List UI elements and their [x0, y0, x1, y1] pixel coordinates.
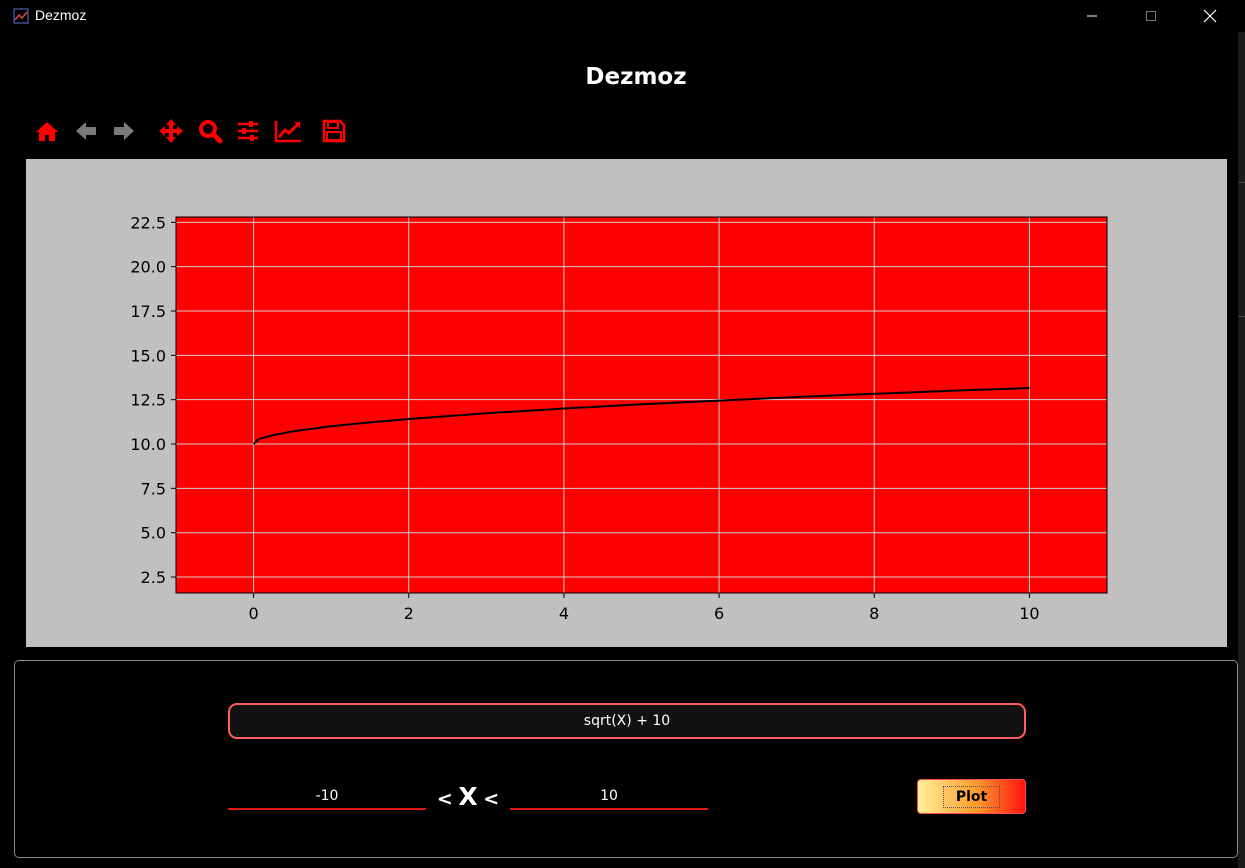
x-max-input[interactable] [510, 784, 708, 810]
x-tick-label: 4 [559, 604, 569, 623]
divider [1238, 182, 1245, 183]
plot-button-label: Plot [942, 785, 1001, 808]
subplots-config-icon [238, 121, 258, 141]
x-min-input[interactable] [228, 784, 426, 810]
home-icon [36, 122, 58, 141]
y-tick-label: 20.0 [130, 258, 166, 277]
close-icon [1203, 9, 1217, 23]
close-window-button[interactable] [1187, 0, 1233, 32]
y-tick-label: 5.0 [141, 524, 166, 543]
pan-icon [159, 119, 183, 143]
background-window-strip [1238, 32, 1245, 868]
maximize-button[interactable] [1128, 0, 1174, 32]
less-than-label: < [483, 788, 500, 810]
y-tick-label: 15.0 [130, 346, 166, 365]
forward-arrow-icon [114, 122, 134, 140]
window-title: Dezmoz [35, 7, 87, 23]
function-input[interactable] [228, 703, 1026, 739]
plot-toolbar [0, 114, 400, 148]
x-tick-label: 0 [248, 604, 258, 623]
zoom-icon [199, 120, 223, 144]
less-than-label: < [436, 788, 453, 810]
y-tick-label: 17.5 [130, 302, 166, 321]
page-heading: Dezmoz [585, 64, 687, 90]
plot-figure[interactable]: 0 2 4 6 8 10 2.5 5.0 7.5 10.0 12.5 15.0 17.5 20.0 22.5 [26, 159, 1227, 647]
minimize-icon [1087, 15, 1097, 17]
axes-edit-icon [274, 121, 301, 143]
app-chart-icon [13, 8, 29, 24]
minimize-button[interactable] [1069, 0, 1115, 32]
y-tick-label: 2.5 [141, 568, 166, 587]
pan-button[interactable] [156, 116, 186, 146]
line-chart[interactable]: 0 2 4 6 8 10 2.5 5.0 7.5 10.0 12.5 15.0 17.5 20.0 22.5 [26, 159, 1227, 647]
save-figure-button[interactable] [319, 116, 349, 146]
back-button[interactable] [71, 116, 101, 146]
maximize-icon [1146, 11, 1156, 21]
axes-edit-button[interactable] [272, 116, 304, 146]
x-tick-label: 6 [714, 604, 724, 623]
divider [1238, 316, 1245, 317]
title-bar: Dezmoz [0, 0, 1245, 32]
back-arrow-icon [76, 122, 96, 140]
x-tick-label: 10 [1019, 604, 1039, 623]
zoom-button[interactable] [195, 116, 225, 146]
forward-button[interactable] [109, 116, 139, 146]
subplots-config-button[interactable] [233, 116, 263, 146]
y-tick-label: 22.5 [130, 213, 166, 232]
y-tick-label: 10.0 [130, 435, 166, 454]
y-tick-label: 7.5 [141, 479, 166, 498]
x-tick-label: 2 [404, 604, 414, 623]
save-icon [322, 119, 346, 143]
controls-panel [14, 660, 1238, 858]
x-range-label: < X < [430, 782, 506, 811]
x-tick-label: 8 [869, 604, 879, 623]
home-button[interactable] [32, 116, 62, 146]
variable-x-label: X [458, 782, 478, 811]
plot-button[interactable]: Plot [917, 779, 1026, 814]
y-tick-label: 12.5 [130, 391, 166, 410]
